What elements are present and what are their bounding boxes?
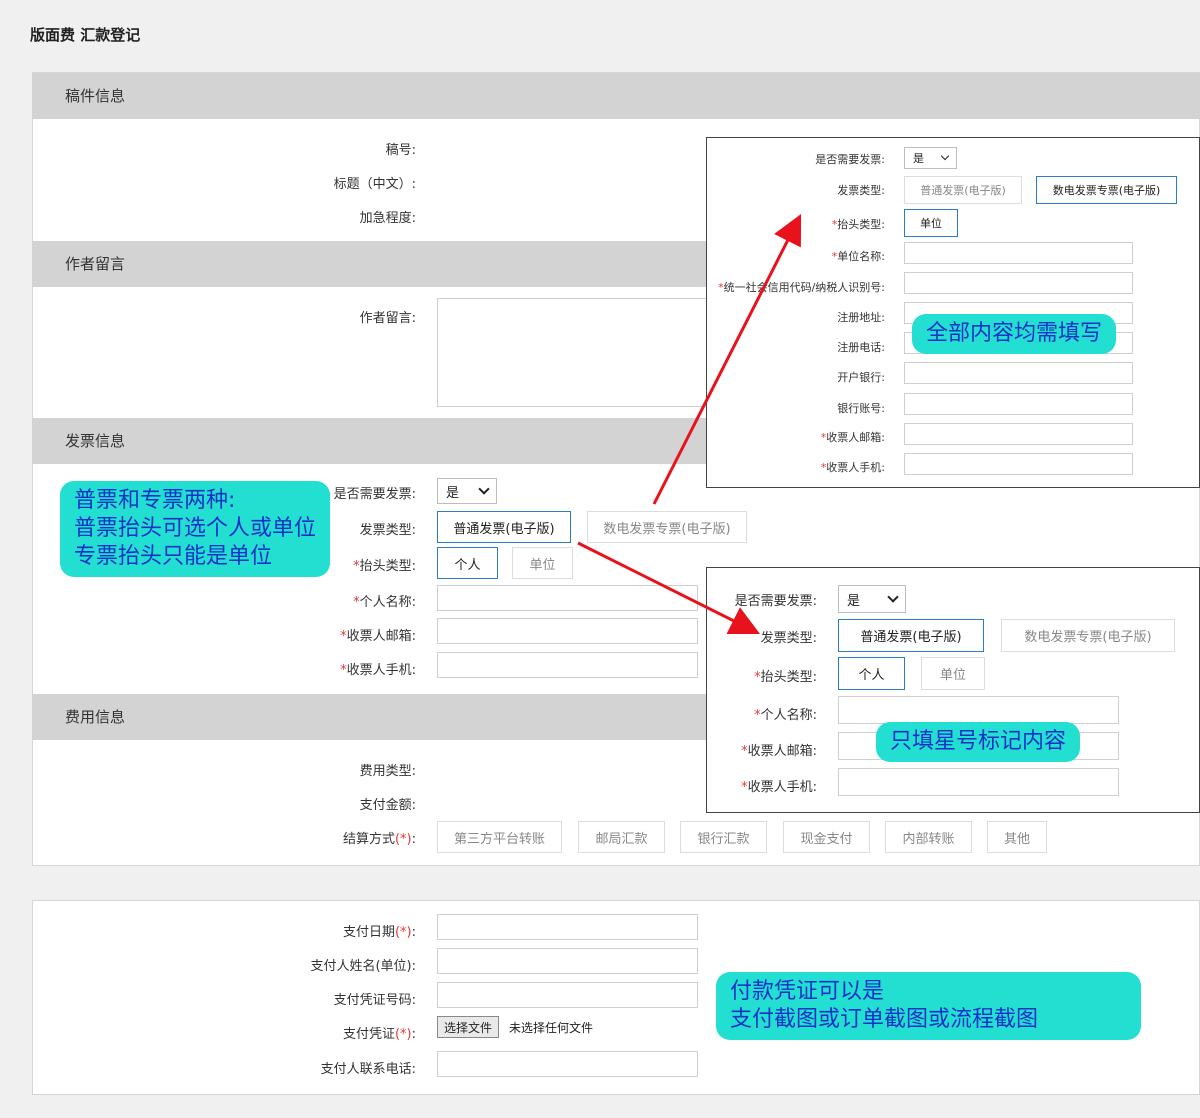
callout-fill-all: 全部内容均需填写 [912,314,1117,354]
callout-invoice-types: 普票和专票两种: 普票抬头可选个人或单位 专票抬头只能是单位 [60,481,330,577]
callout-line: 普票抬头可选个人或单位 [74,516,317,541]
callout-fill-starred: 只填星号标记内容 [876,722,1081,762]
callout-line: 普票和专票两种: [74,488,236,513]
arrow-to-normal-popup [577,541,761,635]
callout-line: 支付截图或订单截图或流程截图 [730,1007,1039,1032]
arrow-to-special-popup [652,213,802,505]
callout-line: 付款凭证可以是 [730,979,885,1004]
callout-voucher-hint: 付款凭证可以是 支付截图或订单截图或流程截图 [716,972,1141,1040]
callout-line: 专票抬头只能是单位 [74,544,273,569]
